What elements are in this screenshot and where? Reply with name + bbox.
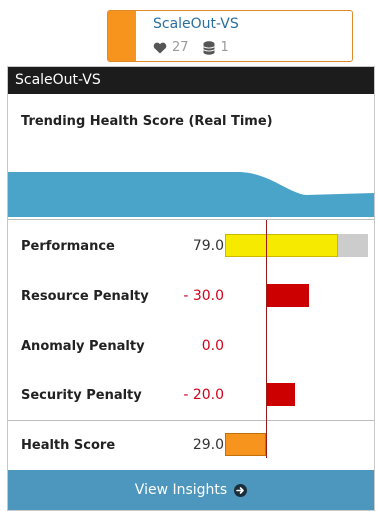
heart-icon	[153, 42, 167, 54]
health-count: 27	[172, 40, 189, 55]
health-score-bar	[225, 433, 266, 456]
security-penalty-bar	[266, 383, 295, 406]
anomaly-penalty-label: Anomaly Penalty	[21, 339, 145, 354]
health-tooltip-panel: ScaleOut-VS Trending Health Score (Real …	[7, 66, 375, 511]
performance-label: Performance	[21, 239, 115, 254]
view-insights-label: View Insights	[134, 482, 228, 498]
anomaly-penalty-value: 0.0	[201, 338, 224, 354]
arrow-right-circle-icon	[234, 483, 248, 497]
node-title[interactable]: ScaleOut-VS	[153, 16, 239, 32]
trend-chart	[8, 172, 374, 217]
database-count: 1	[220, 40, 229, 55]
security-penalty-value: - 20.0	[183, 387, 224, 403]
performance-value: 79.0	[192, 238, 224, 254]
trend-title: Trending Health Score (Real Time)	[21, 114, 273, 129]
node-stats: 27 1	[153, 40, 229, 55]
score-marker-line	[266, 220, 267, 458]
performance-bar	[225, 234, 338, 257]
node-accent	[108, 11, 136, 61]
trend-area	[8, 172, 374, 217]
resource-penalty-bar	[266, 284, 309, 307]
resource-penalty-value: - 30.0	[183, 288, 224, 304]
security-penalty-label: Security Penalty	[21, 388, 142, 403]
health-score-label: Health Score	[21, 438, 116, 453]
view-insights-button[interactable]: View Insights	[8, 470, 374, 510]
database-icon	[202, 40, 215, 55]
resource-penalty-label: Resource Penalty	[21, 289, 149, 304]
divider	[8, 219, 374, 220]
panel-header: ScaleOut-VS	[8, 67, 374, 94]
divider	[8, 420, 374, 421]
health-score-value: 29.0	[192, 437, 224, 453]
node-card[interactable]: ScaleOut-VS 27 1	[107, 10, 353, 62]
